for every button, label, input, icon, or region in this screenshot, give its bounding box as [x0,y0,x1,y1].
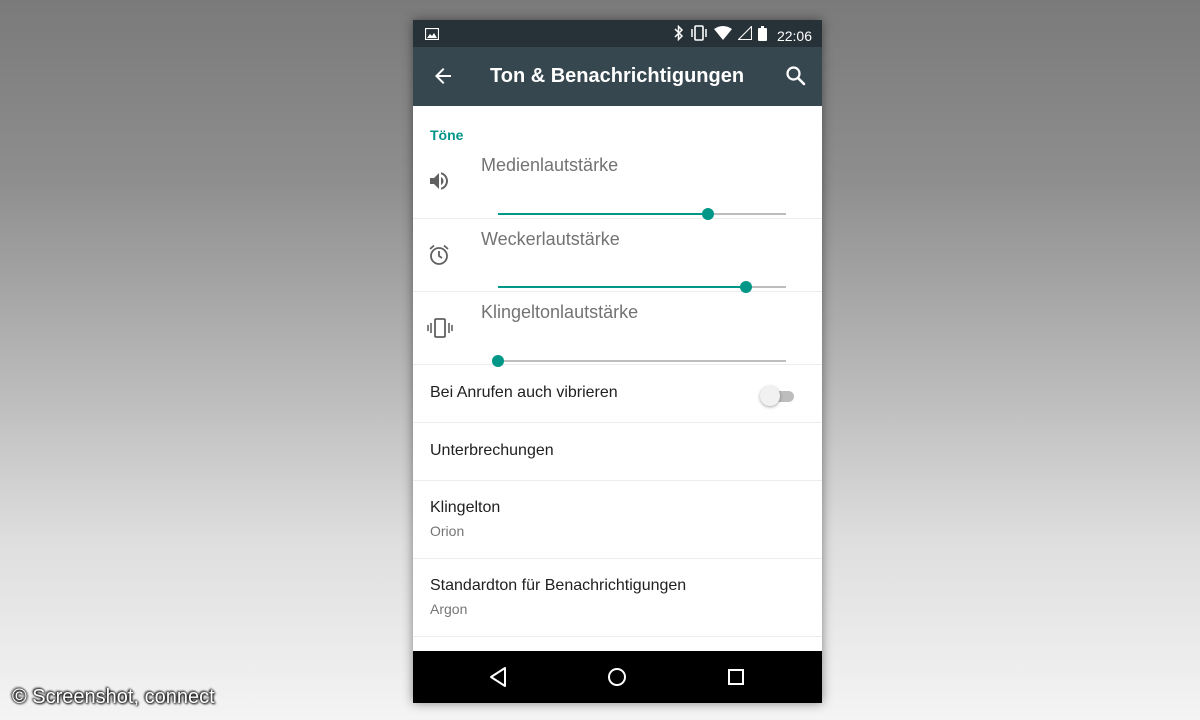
search-icon[interactable] [784,64,808,88]
ringtone-row[interactable]: Klingelton Orion [413,481,822,559]
ringtone-label: Klingelton [430,499,501,516]
media-volume-label: Medienlautstärke [481,155,619,175]
back-triangle-icon[interactable] [486,665,510,689]
home-circle-icon[interactable] [605,665,629,689]
notification-sound-value: Argon [430,601,468,617]
copyright-watermark: © Screenshot, connect [12,686,215,708]
media-volume-row: Medienlautstärke [413,146,822,220]
alarm-clock-icon [427,243,451,267]
ringtone-volume-row: Klingeltonlautstärke [413,292,822,367]
section-header-toene: Töne [430,127,464,143]
page-title: Ton & Benachrichtigungen [490,65,745,87]
phone-screen: 22:06 Ton & Benachrichtigungen Töne Medi… [413,20,822,703]
alarm-volume-label: Weckerlautstärke [481,229,620,249]
notification-sound-label: Standardton für Benachrichtigungen [430,577,687,594]
recents-square-icon[interactable] [724,665,748,689]
notification-sound-row[interactable]: Standardton für Benachrichtigungen Argon [413,559,822,637]
settings-content: Töne Medienlautstärke Weckerlautstärke K… [413,106,822,651]
ringtone-value: Orion [430,523,465,539]
ringtone-volume-label: Klingeltonlautstärke [481,302,639,322]
slider-fill [498,213,709,215]
interruptions-label: Unterbrechungen [430,442,554,459]
vibrate-on-call-label: Bei Anrufen auch vibrieren [430,384,618,401]
status-bar: 22:06 [413,20,822,47]
alarm-volume-row: Weckerlautstärke [413,219,822,293]
bluetooth-icon [674,24,684,46]
vibrate-icon [427,316,453,340]
wifi-icon [713,26,732,45]
navigation-bar [413,651,822,703]
gallery-icon [424,27,440,45]
vibrate-on-call-row[interactable]: Bei Anrufen auch vibrieren [413,365,822,423]
slider-fill [498,286,746,288]
arrow-back-icon[interactable] [431,64,455,88]
vibrate-on-call-toggle[interactable] [760,386,796,406]
toggle-knob [760,386,780,406]
interruptions-row[interactable]: Unterbrechungen [413,423,822,481]
clock-time: 22:06 [776,27,812,44]
speaker-icon [427,169,451,193]
vibrate-icon [690,25,708,46]
signal-icon [737,25,753,45]
toolbar: Ton & Benachrichtigungen [413,47,822,106]
slider-track [498,360,786,362]
battery-icon [757,25,767,46]
